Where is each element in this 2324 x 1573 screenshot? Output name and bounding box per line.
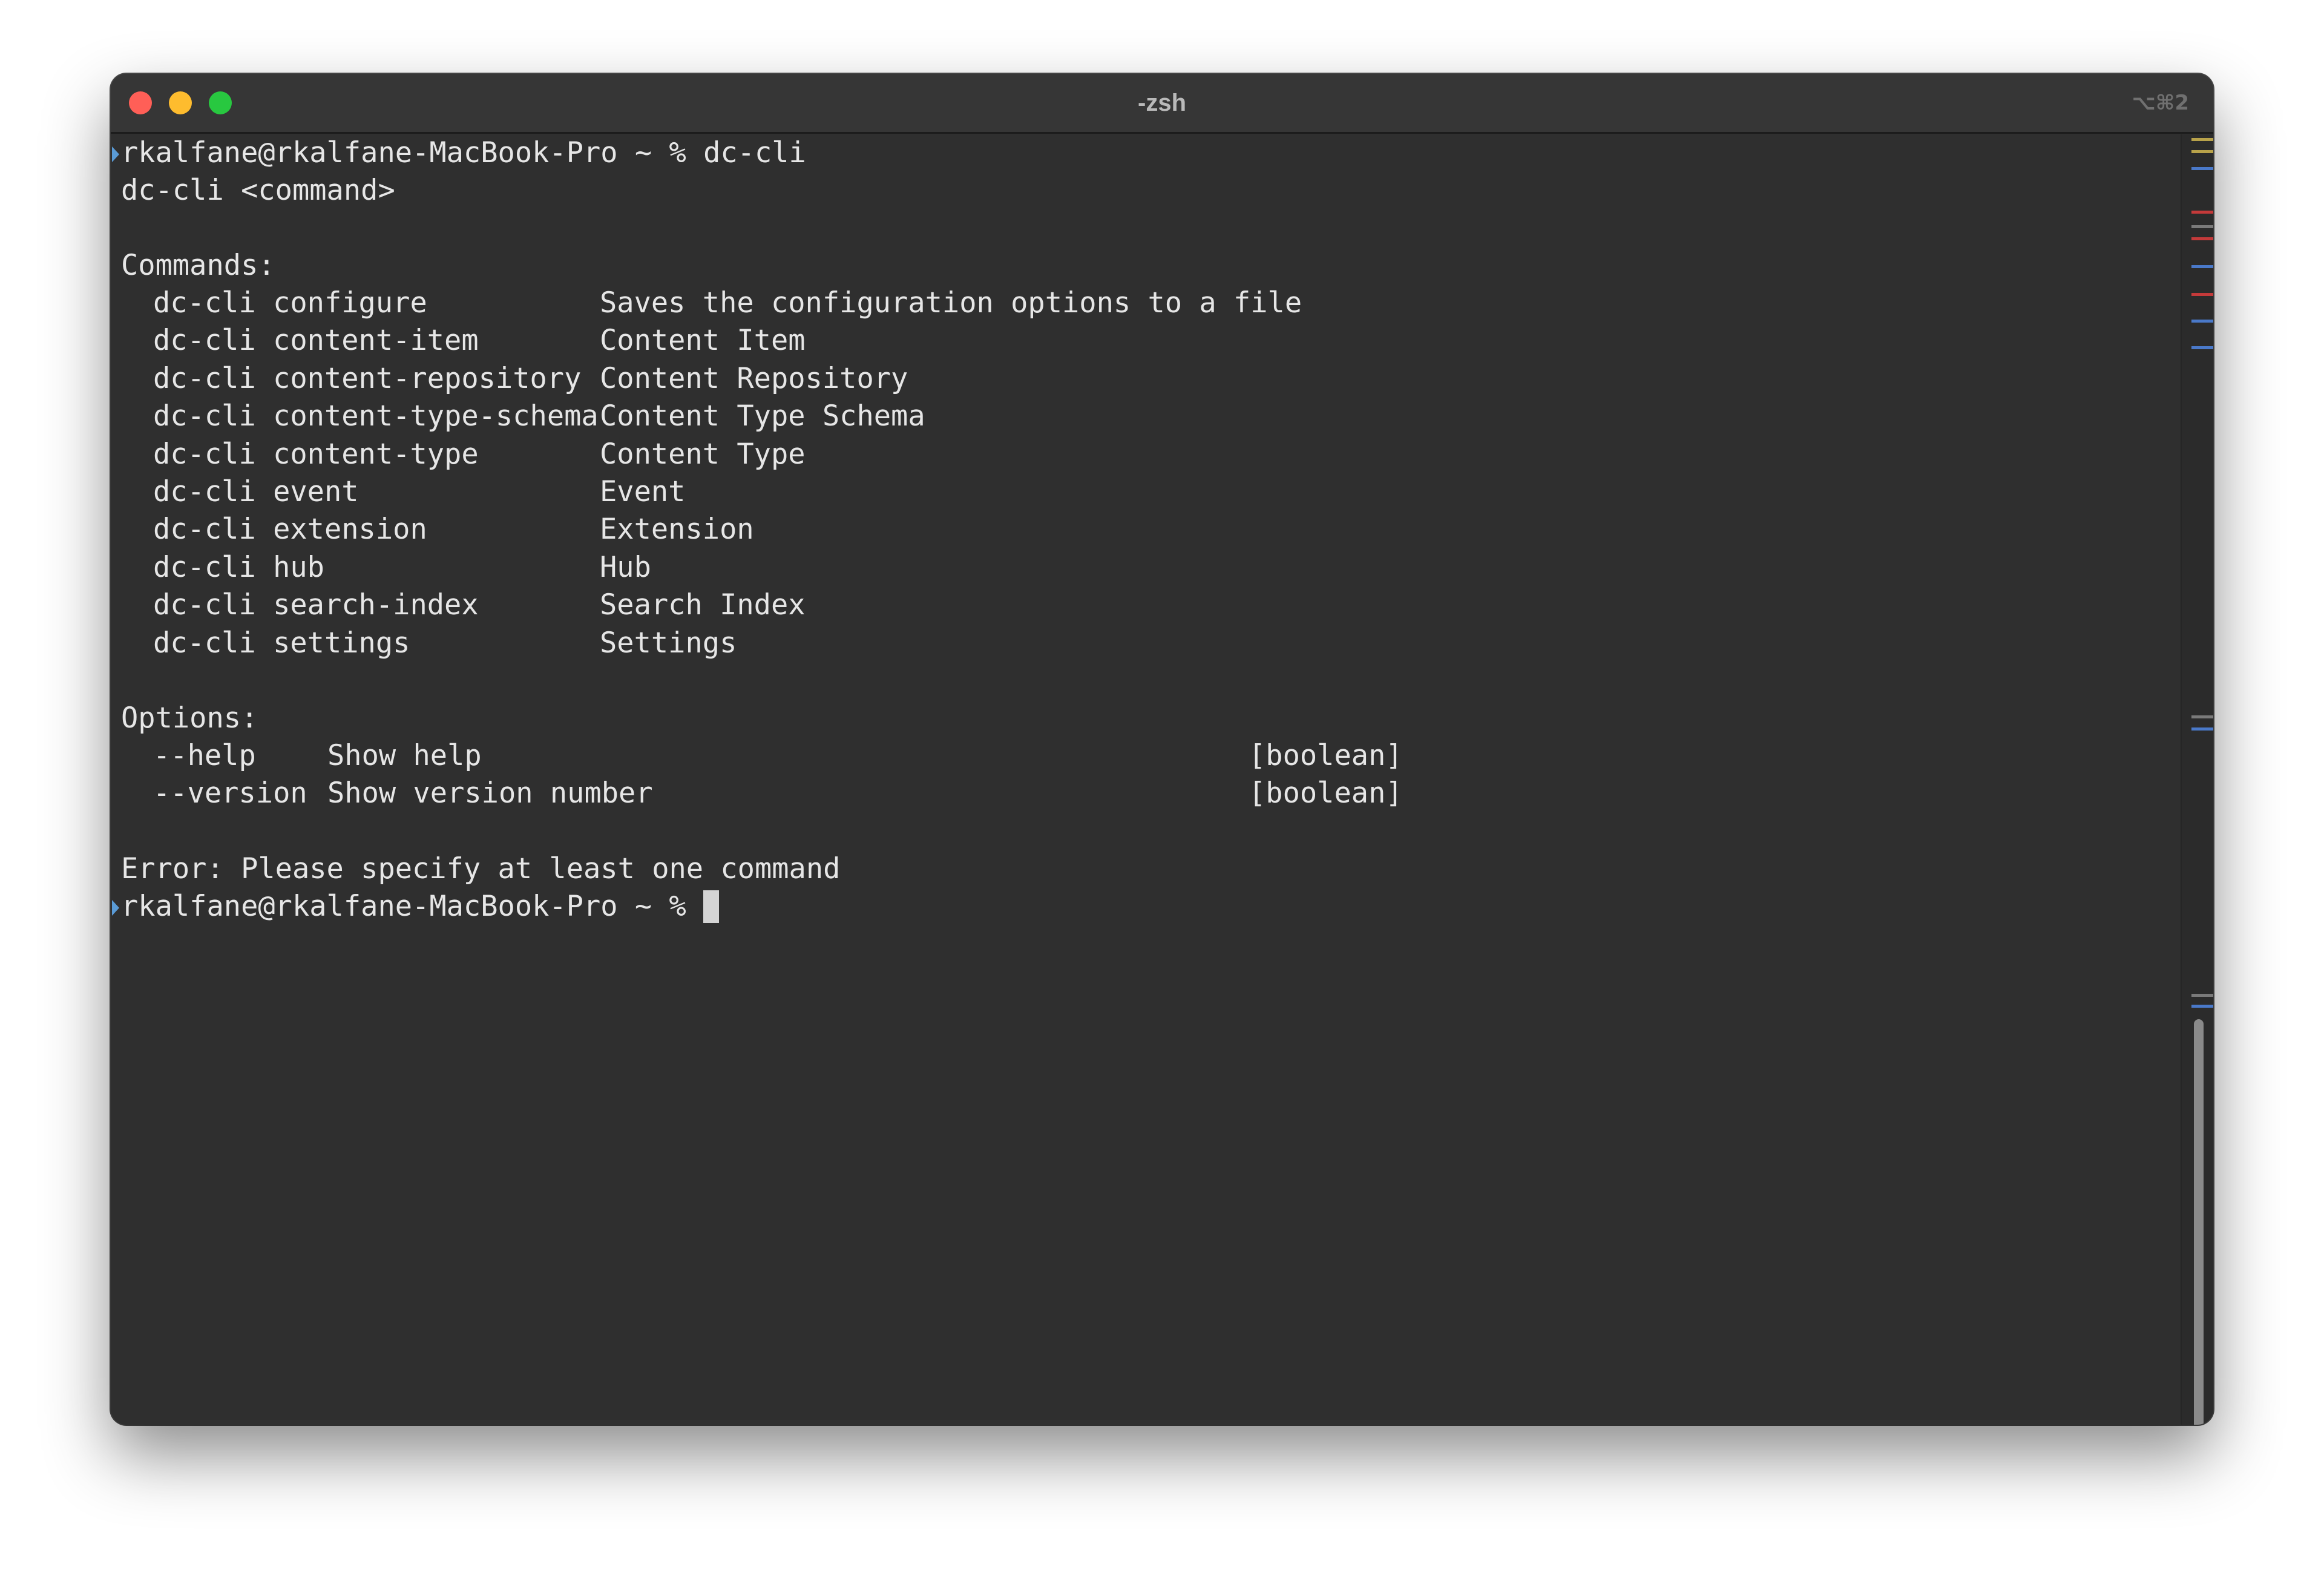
scroll-mark [2191,994,2213,997]
title-bar: -zsh ⌥⌘2 [111,74,2213,134]
command-name: dc-cli content-type-schema [153,399,599,433]
option-type: [boolean] [1249,777,1403,810]
terminal-output[interactable]: rkalfane@rkalfane-MacBook-Pro ~ % dc-cli… [111,134,2181,1425]
scroll-mark [2191,727,2213,731]
command-name: dc-cli content-item [153,324,479,357]
window-title: -zsh [1138,90,1186,116]
scroll-mark [2191,346,2213,349]
command-description: Settings [600,626,737,660]
scroll-mark [2191,167,2213,170]
scroll-mark [2191,320,2213,323]
command-name: dc-cli extension [153,513,427,546]
usage-line: dc-cli <command> [121,174,395,207]
scroll-mark [2191,237,2213,240]
current-prompt: rkalfane@rkalfane-MacBook-Pro ~ % [121,890,704,923]
error-line: Error: Please specify at least one comma… [121,852,841,885]
option-type: [boolean] [1249,739,1403,772]
command-name: dc-cli content-repository [153,362,582,395]
command-name: dc-cli search-index [153,588,479,622]
option-description: Show help [327,739,482,772]
terminal-window: -zsh ⌥⌘2 rkalfane@rkalfane-MacBook-Pro ~… [111,74,2213,1425]
command-name: dc-cli hub [153,551,324,584]
command-description: Content Type Schema [600,399,925,433]
current-prompt-line[interactable]: rkalfane@rkalfane-MacBook-Pro ~ % [121,888,720,925]
command-name: dc-cli event [153,475,359,508]
command-description: Event [600,475,686,508]
command-description: Content Type [600,438,806,471]
command-name: dc-cli content-type [153,438,479,471]
scroll-mark [2191,150,2213,153]
option-description: Show version number [327,777,653,810]
option-flag: --version [153,777,307,810]
scrollbar[interactable] [2181,134,2213,1425]
scrollbar-thumb[interactable] [2194,1019,2204,1425]
command-description: Hub [600,551,651,584]
option-flag: --help [153,739,256,772]
command-description: Content Repository [600,362,908,395]
prompt-mark-icon [112,900,119,916]
scroll-mark [2191,225,2213,228]
prompt-line: rkalfane@rkalfane-MacBook-Pro ~ % dc-cli [121,136,806,169]
prompt-mark-icon [112,146,119,162]
tab-shortcut: ⌥⌘2 [2132,91,2189,115]
commands-header: Commands: [121,249,275,282]
scroll-mark [2191,1005,2213,1008]
command-description: Content Item [600,324,806,357]
scroll-mark [2191,293,2213,296]
scroll-mark [2191,715,2213,718]
scroll-mark [2191,265,2213,268]
command-description: Saves the configuration options to a fil… [600,286,1302,320]
options-header: Options: [121,701,258,735]
command-description: Extension [600,513,754,546]
command-name: dc-cli configure [153,286,427,320]
scroll-mark [2191,138,2213,141]
text-cursor [703,890,720,923]
command-description: Search Index [600,588,806,622]
scroll-mark [2191,211,2213,214]
command-name: dc-cli settings [153,626,410,660]
